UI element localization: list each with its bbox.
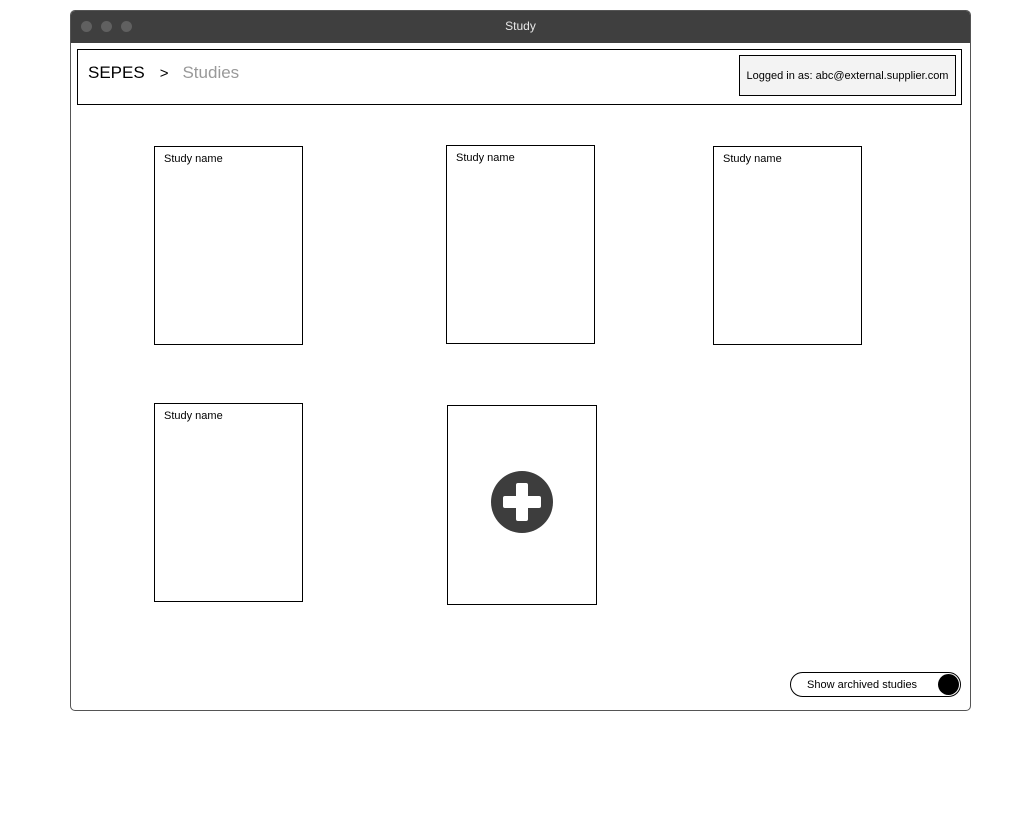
app-window: Study SEPES > Studies Logged in as: abc@…: [70, 10, 971, 711]
study-card-title: Study name: [723, 153, 782, 165]
breadcrumb: SEPES > Studies: [88, 63, 239, 83]
study-card[interactable]: Study name: [154, 146, 303, 345]
breadcrumb-root-link[interactable]: SEPES: [88, 63, 145, 83]
show-archived-toggle[interactable]: Show archived studies: [790, 672, 961, 697]
add-study-card[interactable]: [447, 405, 597, 605]
breadcrumb-current: Studies: [182, 63, 240, 82]
study-card[interactable]: Study name: [713, 146, 862, 345]
window-title: Study: [505, 19, 536, 33]
breadcrumb-separator: >: [159, 64, 169, 82]
logged-in-user-box: Logged in as: abc@external.supplier.com: [739, 55, 956, 96]
study-card-title: Study name: [456, 152, 515, 164]
study-card-title: Study name: [164, 153, 223, 165]
study-card[interactable]: Study name: [446, 145, 595, 344]
toggle-knob[interactable]: [938, 674, 959, 695]
logged-in-text: Logged in as: abc@external.supplier.com: [746, 69, 949, 82]
study-card[interactable]: Study name: [154, 403, 303, 602]
show-archived-label: Show archived studies: [807, 679, 918, 691]
title-bar: Study: [71, 11, 970, 43]
study-card-title: Study name: [164, 410, 223, 422]
plus-circle-icon[interactable]: [491, 471, 553, 533]
page-header: SEPES > Studies Logged in as: abc@extern…: [77, 49, 962, 105]
